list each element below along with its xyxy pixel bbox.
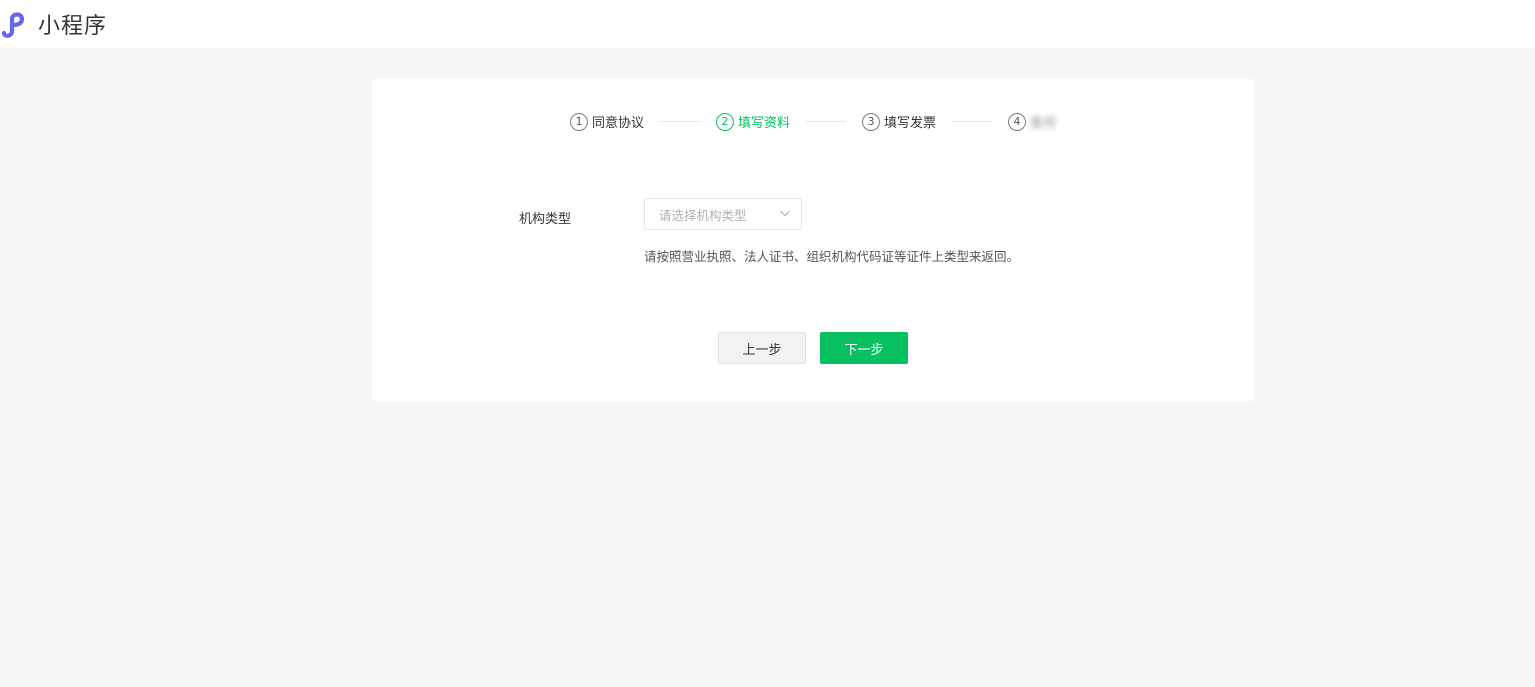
prev-step-button[interactable]: 上一步 <box>718 332 806 364</box>
step-1-label: 同意协议 <box>591 116 644 131</box>
step-1: 1 同意协议 <box>569 112 644 131</box>
top-bar: 小程序 <box>0 0 1535 48</box>
step-2-label: 填写资料 <box>737 116 790 131</box>
mini-program-logo-icon <box>1 12 25 38</box>
step-divider <box>806 121 846 122</box>
registration-card: 1 同意协议 2 填写资料 3 填写发票 4 支付 机构类型 请选择机构类型 请… <box>372 79 1254 401</box>
step-3: 3 填写发票 <box>862 112 936 131</box>
step-2-number: 2 <box>715 112 734 131</box>
next-step-button[interactable]: 下一步 <box>820 332 908 364</box>
org-type-label: 机构类型 <box>519 212 572 227</box>
step-indicator: 1 同意协议 2 填写资料 3 填写发票 4 支付 <box>372 112 1254 131</box>
org-type-select[interactable]: 请选择机构类型 <box>644 198 802 230</box>
chevron-down-icon <box>780 210 790 217</box>
org-type-placeholder: 请选择机构类型 <box>659 207 747 223</box>
step-3-number: 3 <box>862 112 880 131</box>
step-divider <box>659 121 700 122</box>
step-1-number: 1 <box>569 112 588 131</box>
org-type-hint: 请按照营业执照、法人证书、组织机构代码证等证件上类型来返回。 <box>644 249 1020 264</box>
step-4-label: 支付 <box>1030 116 1057 131</box>
brand[interactable]: 小程序 <box>0 8 107 40</box>
step-3-label: 填写发票 <box>884 116 937 131</box>
step-divider <box>952 121 993 122</box>
step-2: 2 填写资料 <box>715 112 790 131</box>
step-4: 4 支付 <box>1008 112 1056 131</box>
app-title: 小程序 <box>38 14 108 39</box>
step-4-number: 4 <box>1008 112 1027 131</box>
